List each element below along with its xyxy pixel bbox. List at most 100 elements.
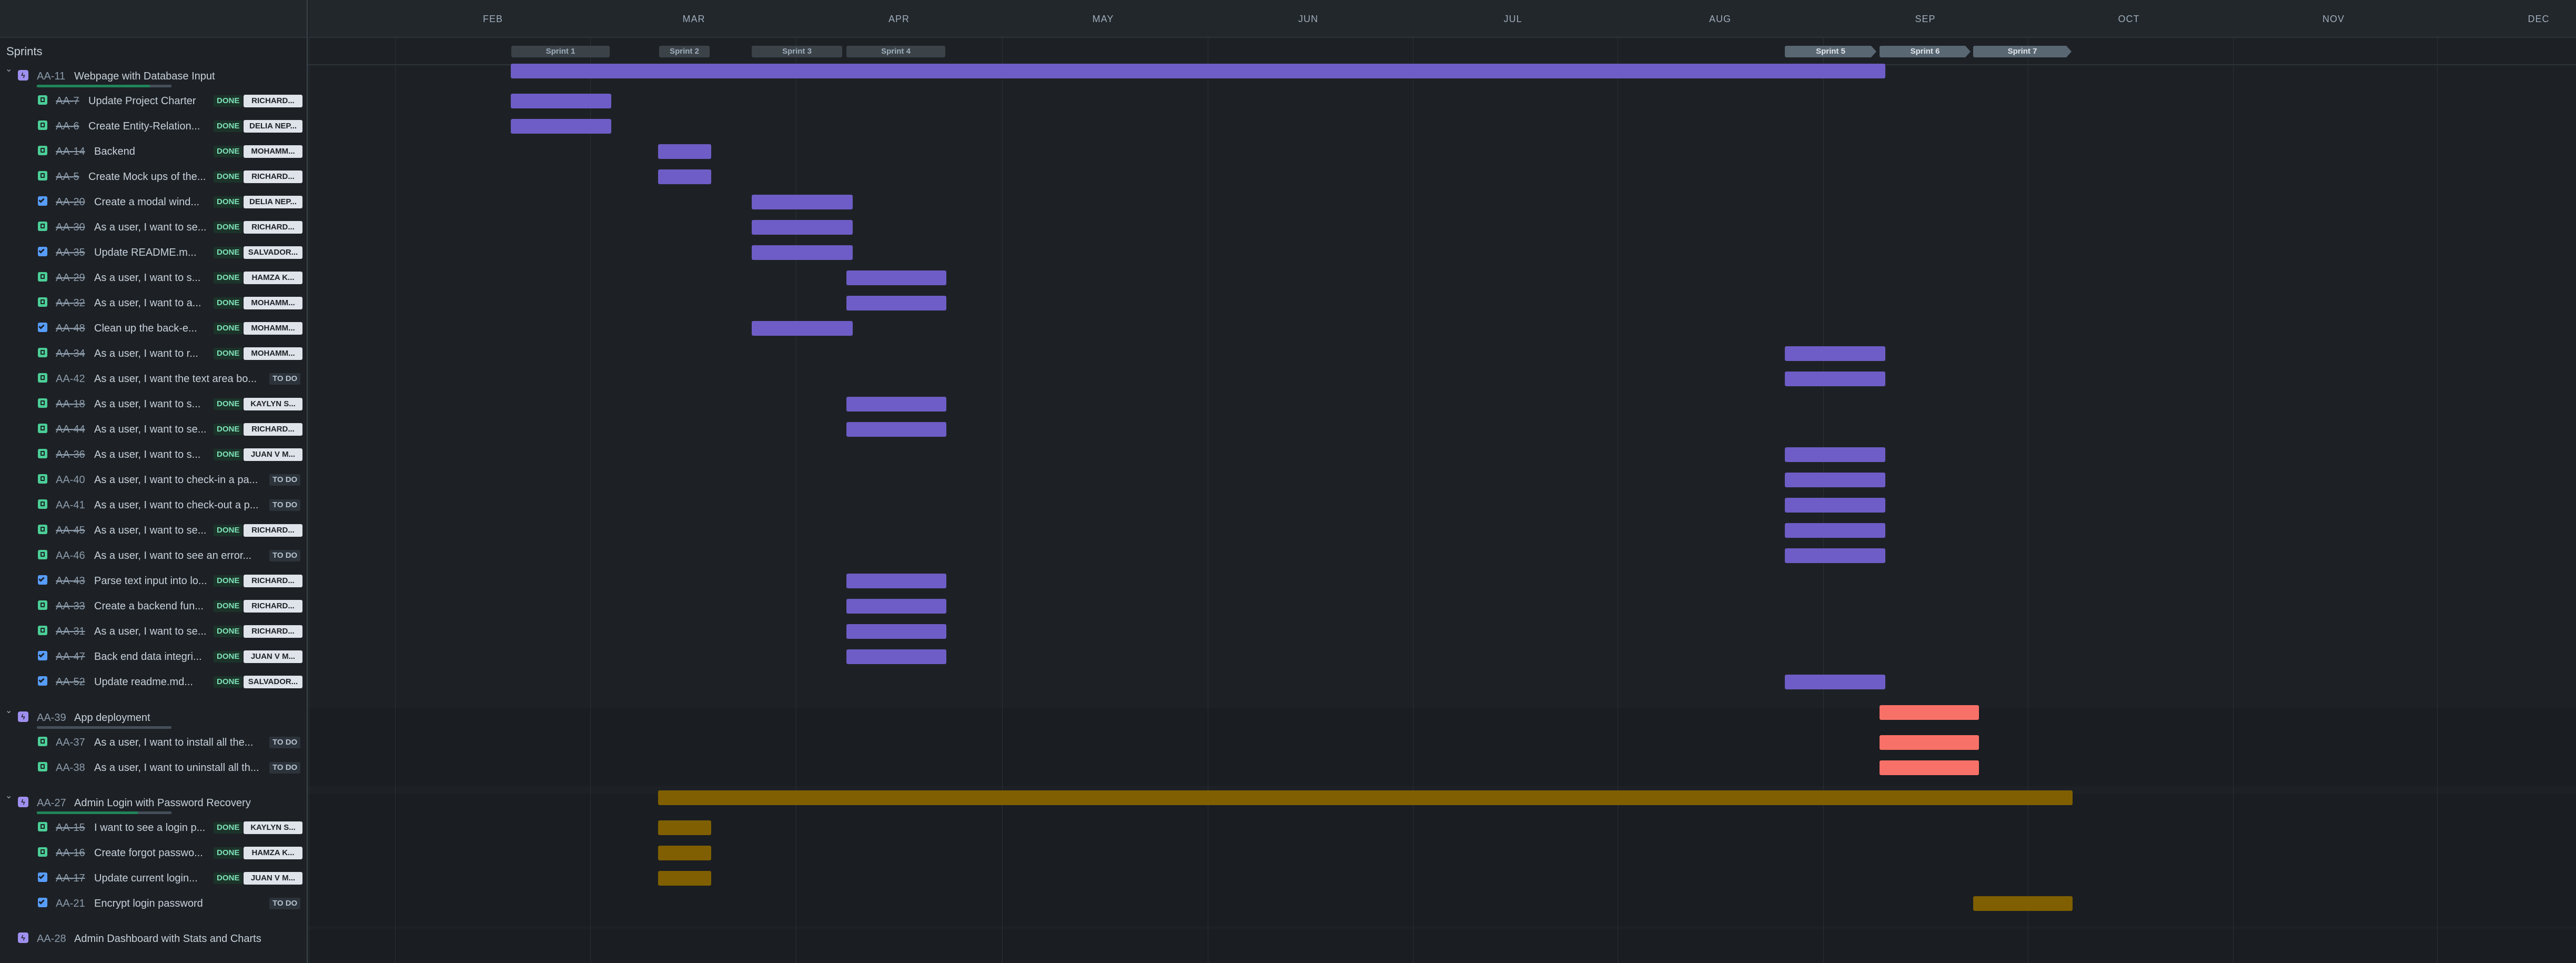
status-badge[interactable]: DONE [214,651,243,663]
issue-key[interactable]: AA-18 [56,398,85,410]
issue-timeline-bar[interactable] [1973,896,2073,911]
status-badge[interactable]: DONE [214,424,243,435]
issue-timeline-bar[interactable] [846,422,946,437]
issue-key[interactable]: AA-28 [37,932,66,945]
chevron-down-icon[interactable]: ⌄ [5,64,12,74]
issue-row[interactable]: AA-40 As a user, I want to check-in a pa.… [0,467,307,493]
issue-row[interactable]: AA-47 Back end data integri... DONE JUAN V … [0,644,307,669]
status-badge[interactable]: DONE [214,323,243,334]
issue-key[interactable]: AA-30 [56,221,85,234]
issue-timeline-bar[interactable] [1785,447,1885,462]
issue-title[interactable]: Update readme.md... [94,676,209,688]
issue-timeline-bar[interactable] [658,871,711,886]
issue-row[interactable]: AA-44 As a user, I want to se... DONE RICHA… [0,417,307,442]
sprint-marker[interactable]: Sprint 6 [1880,46,1971,57]
assignee-chip[interactable]: DELIA NEP... [244,120,302,133]
issue-row[interactable]: AA-5 Create Mock ups of the... DONE RICHARD… [0,164,307,189]
chevron-down-icon[interactable]: ⌄ [5,705,12,716]
issue-row[interactable]: AA-14 Backend DONE MOHAMM... [0,139,307,164]
issue-key[interactable]: AA-5 [56,170,79,183]
issue-title[interactable]: As a user, I want to se... [94,524,209,537]
epic-timeline-bar[interactable] [658,790,2073,805]
issue-title[interactable]: Clean up the back-e... [94,322,209,335]
assignee-chip[interactable]: RICHARD... [244,524,302,537]
status-badge[interactable]: TO DO [269,737,301,748]
sprint-marker[interactable]: Sprint 7 [1973,46,2072,57]
issue-row[interactable]: AA-21 Encrypt login password TO DO [0,891,307,916]
issue-timeline-bar[interactable] [1785,523,1885,538]
epic-row[interactable]: ⌄ ϟ AA-11 Webpage with Database Input [0,64,307,89]
issue-timeline-bar[interactable] [658,169,711,184]
issue-title[interactable]: Back end data integri... [94,650,209,663]
issue-row[interactable]: AA-45 As a user, I want to se... DONE RICHA… [0,518,307,543]
issue-row[interactable]: AA-7 Update Project Charter DONE RICHARD... [0,88,307,114]
issue-timeline-bar[interactable] [658,144,711,159]
issue-timeline-bar[interactable] [511,119,611,134]
issue-key[interactable]: AA-21 [56,897,85,910]
status-badge[interactable]: DONE [214,222,243,233]
issue-title[interactable]: Parse text input into lo... [94,575,209,587]
issue-timeline-bar[interactable] [511,94,611,108]
issue-title[interactable]: As a user, I want to uninstall all th... [94,761,265,774]
status-badge[interactable]: TO DO [269,898,301,909]
assignee-chip[interactable]: DELIA NEP... [244,196,302,208]
issue-timeline-bar[interactable] [752,321,853,336]
issue-key[interactable]: AA-34 [56,347,85,360]
issue-row[interactable]: AA-32 As a user, I want to a... DONE MOHAMM… [0,290,307,316]
status-badge[interactable]: DONE [214,297,243,309]
issue-title[interactable]: As a user, I want to s... [94,448,209,461]
status-badge[interactable]: DONE [214,121,243,132]
issue-row[interactable]: AA-33 Create a backend fun... DONE RICHARD.… [0,594,307,619]
issue-key[interactable]: AA-11 [37,70,65,83]
status-badge[interactable]: DONE [214,171,243,183]
issue-key[interactable]: AA-44 [56,423,85,436]
status-badge[interactable]: DONE [214,626,243,637]
issue-key[interactable]: AA-40 [56,474,85,486]
assignee-chip[interactable]: RICHARD... [244,625,302,638]
issue-timeline-bar[interactable] [846,599,946,614]
issue-key[interactable]: AA-29 [56,272,85,284]
issue-title[interactable]: As a user, I want to check-out a p... [94,499,265,511]
issue-row[interactable]: AA-29 As a user, I want to s... DONE HAMZA … [0,265,307,290]
issue-title[interactable]: As a user, I want to check-in a pa... [94,474,265,486]
status-badge[interactable]: DONE [214,146,243,157]
issue-timeline-bar[interactable] [846,270,946,285]
assignee-chip[interactable]: KAYLYN S... [244,821,302,834]
issue-title[interactable]: As a user, I want to se... [94,625,209,638]
status-badge[interactable]: DONE [214,196,243,208]
issue-key[interactable]: AA-41 [56,499,85,511]
issue-timeline-bar[interactable] [1785,675,1885,689]
issue-row[interactable]: AA-52 Update readme.md... DONE SALVADOR... [0,669,307,695]
issue-timeline-bar[interactable] [846,574,946,588]
issue-row[interactable]: AA-35 Update README.m... DONE SALVADOR... [0,240,307,265]
issue-timeline-bar[interactable] [1785,346,1885,361]
assignee-chip[interactable]: MOHAMM... [244,322,302,335]
issue-key[interactable]: AA-16 [56,847,85,859]
sprint-marker[interactable]: Sprint 5 [1785,46,1876,57]
status-badge[interactable]: DONE [214,847,243,859]
assignee-chip[interactable]: RICHARD... [244,170,302,183]
assignee-chip[interactable]: RICHARD... [244,221,302,234]
issue-key[interactable]: AA-36 [56,448,85,461]
status-badge[interactable]: TO DO [269,499,301,511]
issue-key[interactable]: AA-48 [56,322,85,335]
assignee-chip[interactable]: SALVADOR... [244,246,302,259]
chevron-down-icon[interactable]: ⌄ [5,790,12,801]
epic-timeline-bar[interactable] [511,64,1885,78]
issue-timeline-bar[interactable] [658,846,711,860]
issue-row[interactable]: AA-18 As a user, I want to s... DONE KAYLYN… [0,392,307,417]
issue-title[interactable]: Webpage with Database Input [74,70,215,83]
issue-key[interactable]: AA-27 [37,797,66,809]
issue-key[interactable]: AA-6 [56,120,79,133]
epic-row[interactable]: ϟ AA-28 Admin Dashboard with Stats and Cha… [0,926,307,951]
epic-row[interactable]: ⌄ ϟ AA-39 App deployment [0,705,307,730]
issue-row[interactable]: AA-30 As a user, I want to se... DONE RICHA… [0,215,307,240]
issue-row[interactable]: AA-20 Create a modal wind... DONE DELIA NEP… [0,189,307,215]
issue-title[interactable]: As a user, I want to a... [94,297,209,309]
status-badge[interactable]: DONE [214,525,243,536]
issue-timeline-bar[interactable] [1785,372,1885,386]
status-badge[interactable]: DONE [214,575,243,587]
issue-title[interactable]: Admin Login with Password Recovery [74,797,251,809]
issue-title[interactable]: Create a backend fun... [94,600,209,613]
issue-timeline-bar[interactable] [846,649,946,664]
